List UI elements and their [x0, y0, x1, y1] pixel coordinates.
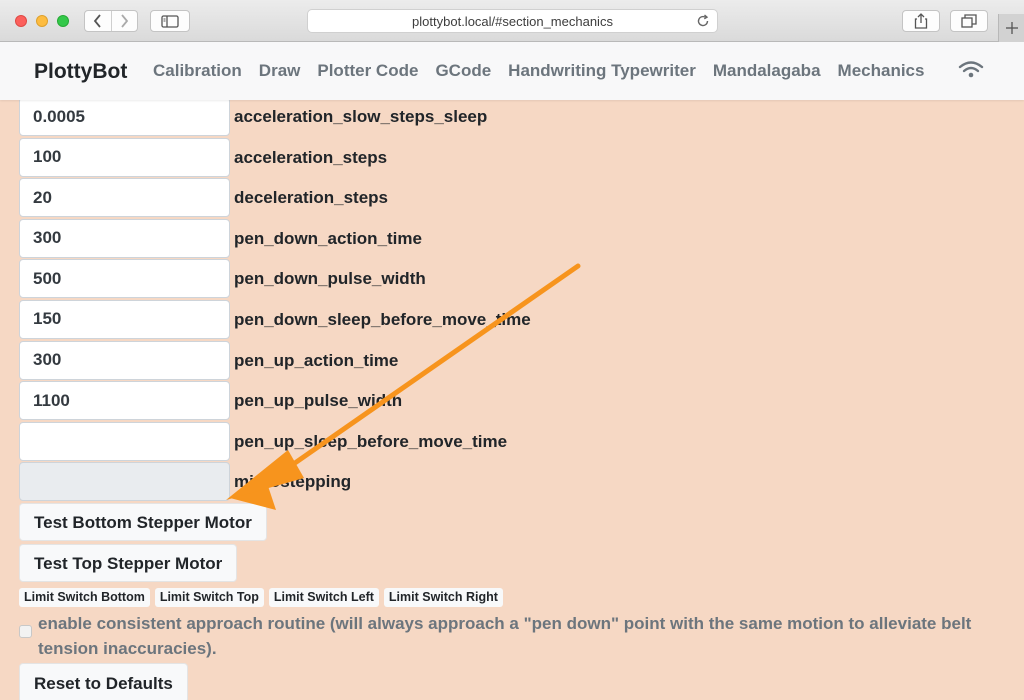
pen-down-pulse-width-input[interactable] — [19, 259, 230, 299]
limit-switch-left-badge: Limit Switch Left — [268, 588, 379, 608]
setting-label: pen_down_action_time — [234, 228, 422, 248]
chevron-left-icon — [93, 14, 101, 28]
setting-row: acceleration_steps — [19, 137, 1009, 179]
setting-label: microstepping — [234, 472, 352, 492]
pen-down-action-time-input[interactable] — [19, 218, 230, 258]
nav-link-mandalagaba[interactable]: Mandalagaba — [713, 61, 821, 81]
test-top-stepper-motor-button[interactable]: Test Top Stepper Motor — [19, 543, 238, 582]
nav-link-mechanics[interactable]: Mechanics — [838, 61, 925, 81]
setting-row: pen_down_sleep_before_move_time — [19, 299, 1009, 341]
nav-link-gcode[interactable]: GCode — [435, 61, 491, 81]
back-button[interactable] — [85, 11, 111, 31]
setting-row: pen_down_pulse_width — [19, 259, 1009, 300]
sidebar-icon — [161, 14, 179, 28]
button-row: Test Top Stepper Motor — [19, 543, 1009, 585]
brand-logo[interactable]: PlottyBot — [34, 60, 127, 84]
setting-row: deceleration_steps — [19, 178, 1009, 219]
mechanics-settings: acceleration_slow_steps_sleep accelerati… — [19, 97, 1009, 700]
page-viewport: PlottyBot Calibration Draw Plotter Code … — [0, 42, 1024, 700]
button-row: Test Bottom Stepper Motor — [19, 502, 1009, 544]
limit-switch-badges: Limit Switch Bottom Limit Switch Top Lim… — [19, 588, 1009, 608]
setting-label: pen_down_pulse_width — [234, 269, 426, 289]
approach-routine-option: enable consistent approach routine (will… — [19, 611, 1009, 659]
pen-up-pulse-width-input[interactable] — [19, 381, 230, 421]
limit-switch-right-badge: Limit Switch Right — [383, 588, 503, 608]
forward-button[interactable] — [110, 11, 138, 31]
nav-link-draw[interactable]: Draw — [259, 61, 301, 81]
browser-toolbar: plottybot.local/#section_mechanics — [0, 0, 1024, 42]
pen-up-action-time-input[interactable] — [19, 340, 230, 380]
limit-switch-top-badge: Limit Switch Top — [154, 588, 264, 608]
button-row: Reset to Defaults — [19, 663, 1009, 700]
address-bar[interactable]: plottybot.local/#section_mechanics — [307, 9, 718, 33]
setting-row: microstepping — [19, 462, 1009, 503]
close-window-button[interactable] — [15, 15, 27, 27]
setting-row: pen_down_action_time — [19, 218, 1009, 260]
minimize-window-button[interactable] — [36, 15, 48, 27]
setting-label: acceleration_slow_steps_sleep — [234, 107, 488, 126]
tab-overview-button[interactable] — [950, 10, 988, 32]
history-nav — [84, 10, 138, 32]
setting-label: pen_up_pulse_width — [234, 391, 403, 411]
setting-row: pen_up_pulse_width — [19, 381, 1009, 422]
tabs-icon — [961, 14, 977, 28]
nav-link-plotter-code[interactable]: Plotter Code — [317, 61, 418, 81]
reload-icon[interactable] — [695, 13, 711, 29]
approach-routine-checkbox[interactable] — [19, 625, 32, 639]
zoom-window-button[interactable] — [57, 15, 69, 27]
share-button[interactable] — [902, 10, 940, 32]
reset-to-defaults-button[interactable]: Reset to Defaults — [19, 663, 188, 700]
deceleration-steps-input[interactable] — [19, 178, 230, 218]
limit-switch-bottom-badge: Limit Switch Bottom — [19, 588, 150, 608]
acceleration-slow-steps-sleep-input[interactable] — [19, 97, 230, 136]
pen-down-sleep-before-move-time-input[interactable] — [19, 299, 230, 339]
setting-label: pen_up_action_time — [234, 350, 399, 370]
nav-links: Calibration Draw Plotter Code GCode Hand… — [153, 61, 924, 81]
setting-label: pen_down_sleep_before_move_time — [234, 309, 531, 329]
site-navbar: PlottyBot Calibration Draw Plotter Code … — [0, 42, 1024, 100]
plus-icon — [1005, 22, 1018, 34]
nav-link-calibration[interactable]: Calibration — [153, 61, 242, 81]
setting-label: pen_up_sleep_before_move_time — [234, 431, 508, 451]
test-bottom-stepper-motor-button[interactable]: Test Bottom Stepper Motor — [19, 502, 267, 541]
sidebar-toggle-button[interactable] — [150, 10, 190, 32]
pen-up-sleep-before-move-time-input[interactable] — [19, 421, 230, 461]
microstepping-select[interactable] — [19, 462, 230, 502]
setting-row: pen_up_sleep_before_move_time — [19, 421, 1009, 463]
approach-routine-label: enable consistent approach routine (will… — [38, 614, 972, 659]
wifi-icon[interactable] — [958, 60, 984, 80]
setting-row: pen_up_action_time — [19, 340, 1009, 382]
acceleration-steps-input[interactable] — [19, 137, 230, 177]
chevron-right-icon — [121, 14, 129, 28]
setting-label: acceleration_steps — [234, 147, 388, 167]
setting-row: acceleration_slow_steps_sleep — [19, 97, 1009, 138]
setting-label: deceleration_steps — [234, 188, 389, 208]
new-tab-button[interactable] — [998, 14, 1024, 42]
nav-link-handwriting-typewriter[interactable]: Handwriting Typewriter — [508, 61, 696, 81]
share-icon — [914, 13, 928, 29]
url-text: plottybot.local/#section_mechanics — [412, 14, 613, 29]
